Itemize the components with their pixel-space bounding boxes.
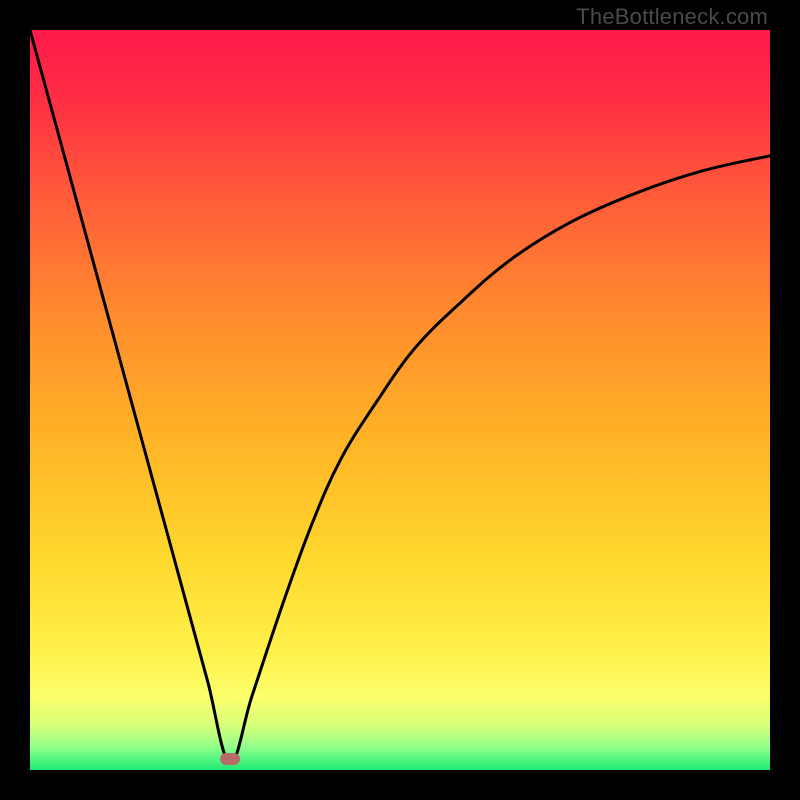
bottleneck-curve <box>30 30 770 770</box>
optimum-marker <box>220 753 240 765</box>
plot-area <box>30 30 770 770</box>
watermark-text: TheBottleneck.com <box>576 4 768 30</box>
chart-frame: TheBottleneck.com <box>0 0 800 800</box>
